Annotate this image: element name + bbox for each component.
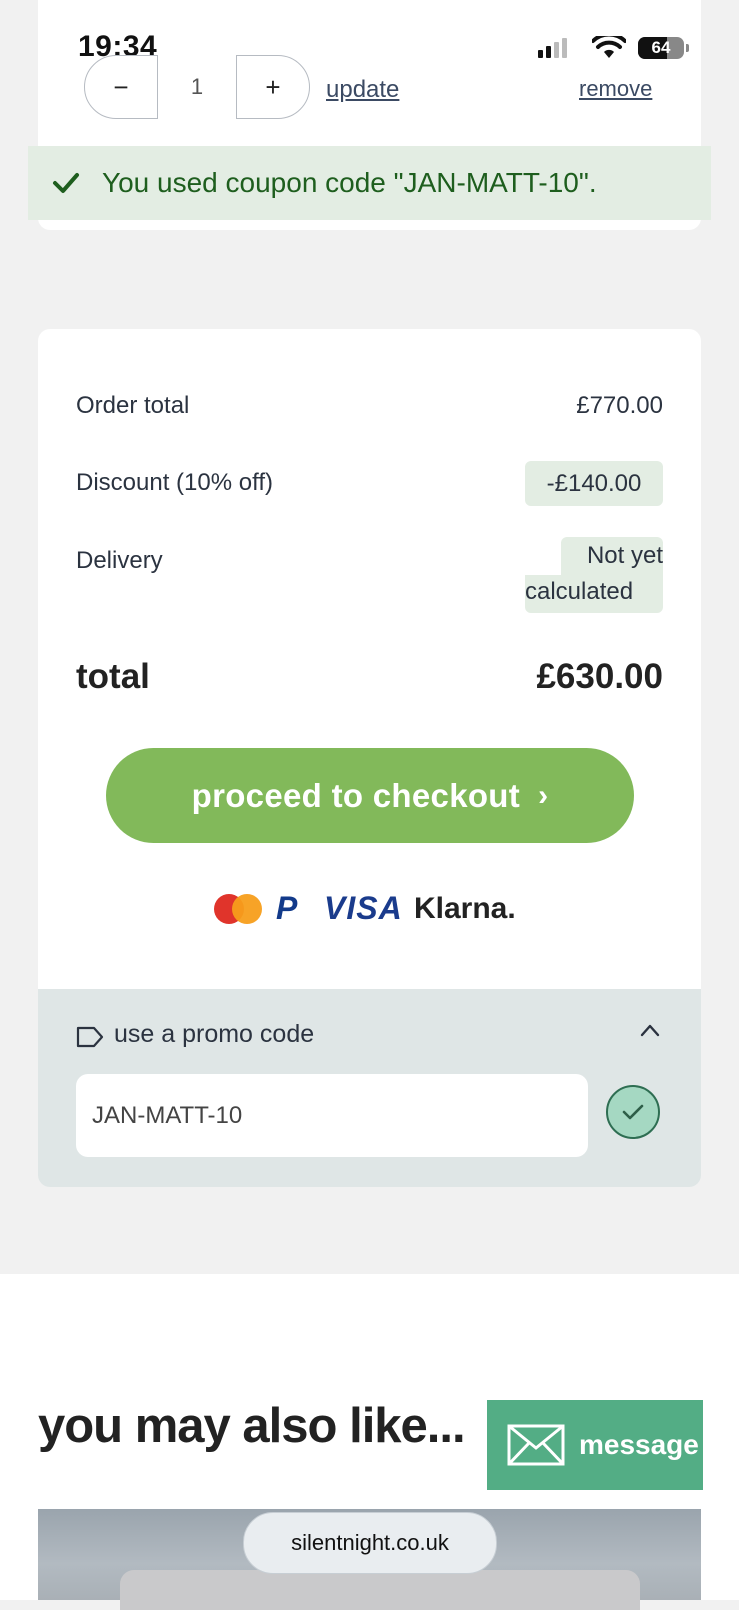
total-value: £630.00 <box>536 657 663 696</box>
delivery-label: Delivery <box>76 547 163 574</box>
discount-value: -£140.00 <box>525 461 663 506</box>
envelope-icon <box>507 1424 565 1466</box>
promo-code-toggle[interactable]: use a promo code <box>114 1020 314 1049</box>
browser-url-bar[interactable]: silentnight.co.uk <box>243 1512 497 1574</box>
coupon-notice-text: You used coupon code "JAN-MATT-10". <box>102 167 597 198</box>
mastercard-icon <box>214 894 264 924</box>
recommendations-heading: you may also like... <box>38 1399 466 1453</box>
battery-level: 64 <box>651 38 671 57</box>
coupon-applied-notice: You used coupon code "JAN-MATT-10". <box>28 146 711 220</box>
remove-link[interactable]: remove <box>579 76 652 102</box>
paypal-icon: P <box>276 890 298 926</box>
proceed-to-checkout-button[interactable]: proceed to checkout › <box>106 748 634 843</box>
status-icons: 64 <box>538 34 689 64</box>
message-chat-button[interactable]: message <box>487 1400 703 1490</box>
visa-logo: VISA <box>324 890 403 926</box>
discount-label: Discount (10% off) <box>76 469 273 496</box>
update-link[interactable]: update <box>326 76 399 104</box>
wifi-icon <box>592 36 626 58</box>
checkmark-icon <box>53 173 79 193</box>
chevron-right-icon: › <box>538 778 549 812</box>
order-total-label: Order total <box>76 392 190 419</box>
delivery-value-line1: Not yet <box>561 537 663 575</box>
tag-icon <box>76 1026 104 1048</box>
battery-icon: 64 <box>638 37 684 59</box>
quantity-value[interactable]: 1 <box>158 55 236 119</box>
delivery-value: Not yet calculated <box>525 537 663 613</box>
payment-logos: P VISA Klarna. <box>214 888 534 932</box>
total-label: total <box>76 657 150 696</box>
order-total-value: £770.00 <box>576 392 663 419</box>
checkout-button-label: proceed to checkout <box>191 776 521 814</box>
message-label: message <box>579 1429 699 1460</box>
delivery-value-line2: calculated <box>525 575 663 613</box>
chevron-up-icon[interactable] <box>640 1023 660 1037</box>
quantity-increase-button[interactable]: + <box>236 55 310 119</box>
klarna-logo: Klarna. <box>414 892 516 925</box>
quantity-decrease-button[interactable]: − <box>84 55 158 119</box>
apply-promo-button[interactable] <box>606 1085 660 1139</box>
sofa-image <box>120 1570 640 1610</box>
checkmark-icon <box>622 1104 644 1120</box>
promo-code-input[interactable] <box>76 1074 588 1157</box>
